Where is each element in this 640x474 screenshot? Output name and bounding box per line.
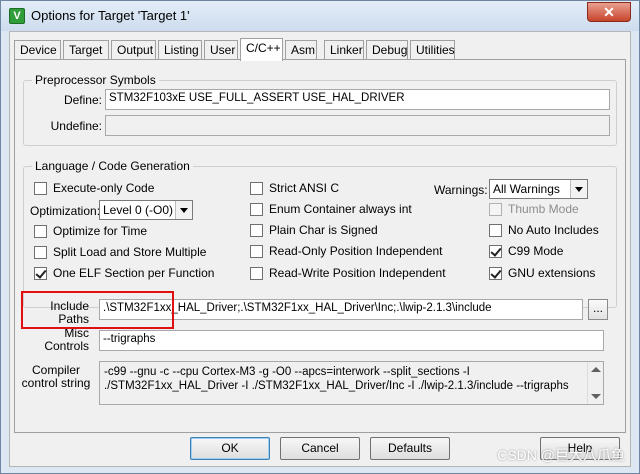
read-write-position-independent-label: Read-Write Position Independent bbox=[269, 266, 446, 280]
chevron-down-icon[interactable] bbox=[570, 180, 587, 198]
close-button[interactable]: ✕ bbox=[587, 2, 631, 22]
c-cpp-tab-panel: Preprocessor Symbols Define: STM32F103xE… bbox=[14, 59, 626, 433]
optimization-select[interactable]: Level 0 (-O0) bbox=[99, 200, 193, 220]
thumb-mode-box[interactable] bbox=[489, 202, 502, 216]
compiler-control-string-label: Compiler control string bbox=[21, 363, 91, 390]
tab-asm[interactable]: Asm bbox=[285, 40, 317, 60]
scroll-down-arrow-icon[interactable] bbox=[591, 394, 601, 399]
preprocessor-symbols-group: Preprocessor Symbols Define: STM32F103xE… bbox=[23, 73, 617, 146]
dialog-client-area: Device Target Output Listing User C/C++ … bbox=[9, 31, 631, 467]
include-paths-label: Include Paths bbox=[50, 299, 89, 326]
title-bar[interactable]: V Options for Target 'Target 1' ✕ bbox=[1, 1, 639, 31]
include-paths-browse-button[interactable]: ... bbox=[588, 299, 608, 320]
optimize-for-time-label: Optimize for Time bbox=[53, 224, 148, 238]
split-load-store-checkbox[interactable]: Split Load and Store Multiple bbox=[34, 245, 206, 259]
warnings-value: All Warnings bbox=[493, 182, 560, 196]
optimize-for-time-checkbox[interactable]: Optimize for Time bbox=[34, 224, 147, 238]
defaults-button[interactable]: Defaults bbox=[370, 437, 450, 460]
thumb-mode-label: Thumb Mode bbox=[508, 202, 579, 216]
read-only-position-independent-checkbox[interactable]: Read-Only Position Independent bbox=[250, 244, 442, 258]
c99-mode-box[interactable] bbox=[489, 244, 502, 258]
one-elf-section-box[interactable] bbox=[34, 266, 47, 280]
one-elf-section-label: One ELF Section per Function bbox=[53, 266, 215, 280]
split-load-store-box[interactable] bbox=[34, 245, 47, 259]
strict-ansi-c-checkbox[interactable]: Strict ANSI C bbox=[250, 181, 339, 195]
warnings-select[interactable]: All Warnings bbox=[489, 179, 588, 199]
csdn-watermark: CSDN @巨大八爪鱼 bbox=[497, 447, 625, 463]
enum-container-label: Enum Container always int bbox=[269, 202, 412, 216]
optimization-label: Optimization: bbox=[30, 204, 101, 218]
plain-char-signed-checkbox[interactable]: Plain Char is Signed bbox=[250, 223, 378, 237]
warnings-label: Warnings: bbox=[434, 183, 488, 197]
plain-char-signed-label: Plain Char is Signed bbox=[269, 223, 378, 237]
keil-app-icon: V bbox=[9, 8, 25, 24]
undefine-input[interactable] bbox=[105, 115, 610, 136]
dialog-title: Options for Target 'Target 1' bbox=[31, 8, 190, 23]
tab-c-cpp[interactable]: C/C++ bbox=[240, 38, 283, 61]
enum-container-box[interactable] bbox=[250, 202, 263, 216]
cancel-button[interactable]: Cancel bbox=[280, 437, 360, 460]
no-auto-includes-label: No Auto Includes bbox=[508, 223, 599, 237]
strict-ansi-c-label: Strict ANSI C bbox=[269, 181, 340, 195]
preprocessor-symbols-legend: Preprocessor Symbols bbox=[32, 73, 159, 87]
include-paths-input[interactable]: .\STM32F1xx_HAL_Driver;.\STM32F1xx_HAL_D… bbox=[99, 299, 583, 320]
no-auto-includes-checkbox[interactable]: No Auto Includes bbox=[489, 223, 599, 237]
gnu-extensions-checkbox[interactable]: GNU extensions bbox=[489, 266, 595, 280]
optimization-value: Level 0 (-O0) bbox=[103, 203, 174, 217]
plain-char-signed-box[interactable] bbox=[250, 223, 263, 237]
options-dialog: V Options for Target 'Target 1' ✕ Device… bbox=[0, 0, 640, 474]
tab-linker[interactable]: Linker bbox=[324, 40, 364, 60]
c99-mode-label: C99 Mode bbox=[508, 244, 564, 258]
execute-only-code-label: Execute-only Code bbox=[53, 181, 155, 195]
tab-utilities[interactable]: Utilities bbox=[410, 40, 455, 60]
language-code-generation-legend: Language / Code Generation bbox=[32, 159, 193, 173]
execute-only-code-checkbox[interactable]: Execute-only Code bbox=[34, 181, 154, 195]
strict-ansi-c-box[interactable] bbox=[250, 181, 263, 195]
chevron-down-icon[interactable] bbox=[175, 201, 192, 219]
compiler-control-scrollbar[interactable] bbox=[587, 362, 603, 404]
thumb-mode-checkbox[interactable]: Thumb Mode bbox=[489, 202, 579, 216]
read-write-position-independent-box[interactable] bbox=[250, 266, 263, 280]
split-load-store-label: Split Load and Store Multiple bbox=[53, 245, 207, 259]
no-auto-includes-box[interactable] bbox=[489, 223, 502, 237]
one-elf-section-checkbox[interactable]: One ELF Section per Function bbox=[34, 266, 214, 280]
language-code-generation-group: Language / Code Generation Execute-only … bbox=[23, 159, 617, 308]
optimize-for-time-box[interactable] bbox=[34, 224, 47, 238]
gnu-extensions-box[interactable] bbox=[489, 266, 502, 280]
misc-controls-input[interactable]: --trigraphs bbox=[99, 330, 604, 351]
tab-user[interactable]: User bbox=[204, 40, 238, 60]
read-only-position-independent-box[interactable] bbox=[250, 244, 263, 258]
c99-mode-checkbox[interactable]: C99 Mode bbox=[489, 244, 563, 258]
tab-debug[interactable]: Debug bbox=[366, 40, 408, 60]
read-only-position-independent-label: Read-Only Position Independent bbox=[269, 244, 443, 258]
define-label: Define: bbox=[63, 93, 102, 107]
compiler-control-string-textarea[interactable]: -c99 --gnu -c --cpu Cortex-M3 -g -O0 --a… bbox=[99, 361, 604, 405]
scroll-up-arrow-icon[interactable] bbox=[591, 367, 601, 372]
tab-output[interactable]: Output bbox=[111, 40, 156, 60]
misc-controls-label: Misc Controls bbox=[44, 326, 89, 353]
tab-listing[interactable]: Listing bbox=[158, 40, 202, 60]
gnu-extensions-label: GNU extensions bbox=[508, 266, 596, 280]
ok-button[interactable]: OK bbox=[190, 437, 270, 460]
compiler-control-string-value: -c99 --gnu -c --cpu Cortex-M3 -g -O0 --a… bbox=[104, 366, 569, 392]
execute-only-code-box[interactable] bbox=[34, 181, 47, 195]
undefine-label: Undefine: bbox=[50, 119, 102, 133]
enum-container-checkbox[interactable]: Enum Container always int bbox=[250, 202, 412, 216]
read-write-position-independent-checkbox[interactable]: Read-Write Position Independent bbox=[250, 266, 446, 280]
tab-target[interactable]: Target bbox=[63, 40, 109, 60]
define-input[interactable]: STM32F103xE USE_FULL_ASSERT USE_HAL_DRIV… bbox=[105, 89, 610, 110]
tab-device[interactable]: Device bbox=[14, 40, 61, 60]
